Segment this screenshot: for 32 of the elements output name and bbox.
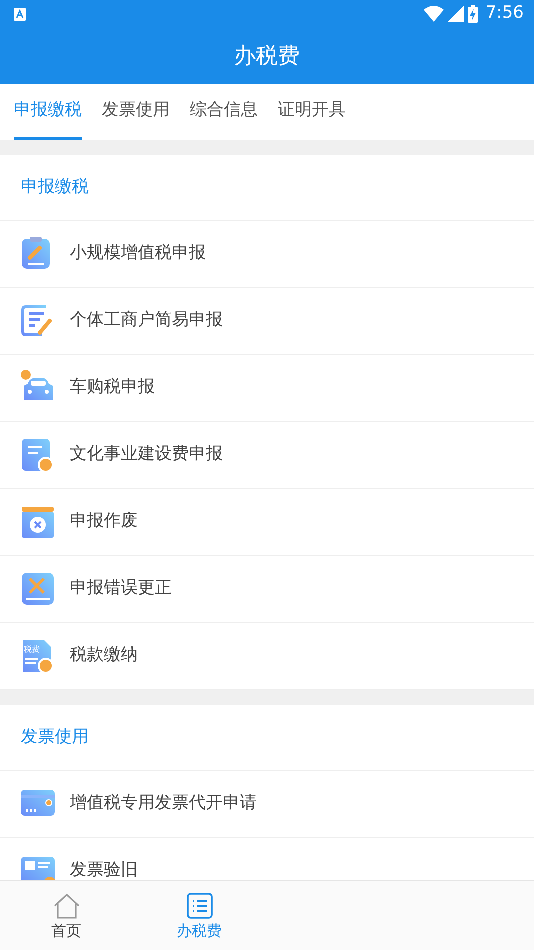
window-close-icon [22,507,54,538]
menu-item[interactable]: 文化事业建设费申报 [70,442,223,468]
menu-item[interactable]: 申报作废 [70,509,138,535]
menu-item[interactable]: 申报错误更正 [70,576,172,602]
menu-item[interactable]: 车购税申报 [70,375,155,401]
document-coin-icon [22,439,54,473]
section-title: 申报缴税 [21,176,89,199]
nav-tab[interactable]: 首页 [0,881,133,950]
menu-item[interactable]: 发票验旧 [70,858,138,880]
battery-icon [468,5,478,23]
menu-item[interactable]: 税款缴纳 [70,643,138,669]
status-time: 7:56 [486,2,524,26]
icon-label: 税费 [24,645,40,654]
document-upload-icon [23,640,54,674]
clipboard-pencil-icon [22,237,50,269]
list-icon [186,892,214,920]
tab[interactable]: 发票使用 [102,84,170,140]
page-title: 办税费 [234,42,300,70]
car-icon [21,370,53,400]
signal-icon [448,6,464,22]
section-title: 发票使用 [21,726,89,749]
card-icon [21,790,55,816]
tab[interactable]: 综合信息 [190,84,258,140]
menu-item[interactable]: 小规模增值税申报 [70,241,206,267]
document-pencil-icon [22,306,52,336]
cross-icon [22,573,54,605]
home-icon [52,892,80,920]
tab[interactable]: 证明开具 [278,84,346,140]
notification-icon [14,8,26,20]
menu-item[interactable]: 个体工商户简易申报 [70,308,223,334]
menu-item[interactable]: 增值税专用发票代开申请 [70,791,257,817]
wifi-icon [424,6,444,22]
